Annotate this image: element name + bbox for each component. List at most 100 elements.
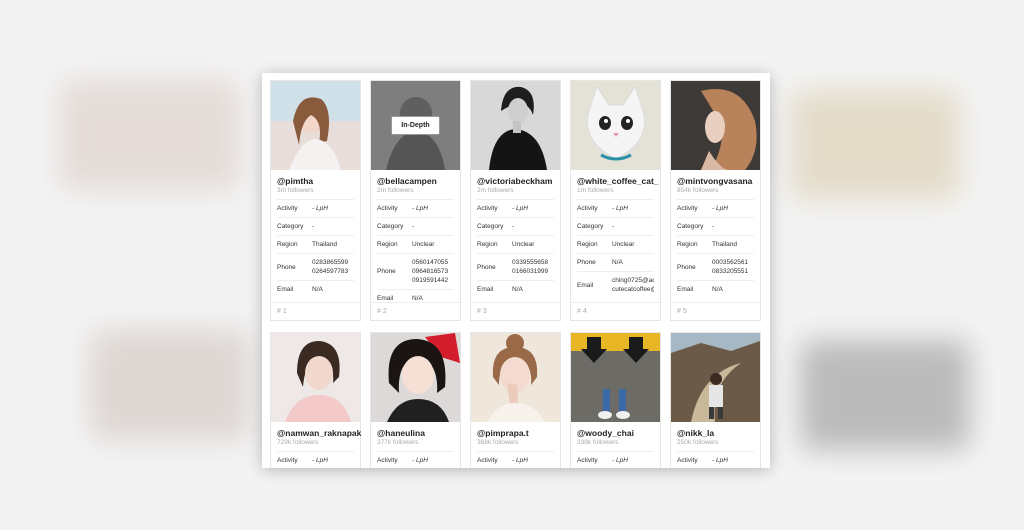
profile-photo[interactable] xyxy=(671,333,760,422)
influencer-card[interactable]: @namwan_raknapak 729k followers Activity… xyxy=(270,332,361,468)
phone-row: Phone 0339555658 0166031999 xyxy=(477,253,554,280)
region-row: Region Unclear xyxy=(577,235,654,253)
influencer-card[interactable]: @nikk_la 250k followers Activity - LpH xyxy=(670,332,761,468)
activity-row: Activity - LpH xyxy=(377,199,454,217)
profile-photo[interactable] xyxy=(571,333,660,422)
activity-value: - LpH xyxy=(612,205,628,212)
email-row: Email N/A xyxy=(277,280,354,298)
activity-row: Activity - LpH xyxy=(277,199,354,217)
activity-label: Activity xyxy=(577,205,598,212)
region-value: Unclear xyxy=(512,241,535,248)
activity-label: Activity xyxy=(477,457,498,464)
category-value: - xyxy=(712,223,715,230)
influencer-handle[interactable]: @victoriabeckham xyxy=(477,176,561,186)
influencer-card[interactable]: @mintvongvasana 854k followers Activity -… xyxy=(670,80,761,321)
category-value: - xyxy=(512,223,515,230)
email-value: N/A xyxy=(712,286,723,293)
region-row: Region Unclear xyxy=(377,235,454,253)
influencer-card[interactable]: @pimprapa.t 368k followers Activity - LpH xyxy=(470,332,561,468)
influencer-grid: @pimtha 3m followers Activity - LpH Categ… xyxy=(262,73,770,468)
influencer-card[interactable]: @pimtha 3m followers Activity - LpH Categ… xyxy=(270,80,361,321)
activity-row: Activity - LpH xyxy=(677,451,754,468)
profile-photo[interactable] xyxy=(371,333,460,422)
profile-photo[interactable] xyxy=(471,81,560,170)
category-row: Category - xyxy=(477,217,554,235)
region-label: Region xyxy=(377,241,398,248)
profile-photo[interactable] xyxy=(571,81,660,170)
email-label: Email xyxy=(277,286,294,293)
category-label: Category xyxy=(277,223,304,230)
region-row: Region Thailand xyxy=(677,235,754,253)
influencer-card[interactable]: @victoriabeckham 2m followers Activity - … xyxy=(470,80,561,321)
influencer-handle[interactable]: @white_coffee_cat_ xyxy=(577,176,661,186)
activity-label: Activity xyxy=(377,205,398,212)
activity-value: - LpH xyxy=(312,205,328,212)
email-row: Email ching0725@adm cutecatcoffee@g xyxy=(577,271,654,298)
activity-value: - LpH xyxy=(712,205,728,212)
influencer-handle[interactable]: @woody_chai xyxy=(577,428,661,438)
email-label: Email xyxy=(577,281,594,289)
rank-number: # 1 xyxy=(271,302,360,320)
phone-value: 0003562561 0833205551 xyxy=(712,259,749,275)
activity-value: - LpH xyxy=(512,457,528,464)
follower-count: 1m followers xyxy=(577,187,614,194)
influencer-card[interactable]: @white_coffee_cat_ 1m followers Activity… xyxy=(570,80,661,321)
activity-label: Activity xyxy=(277,457,298,464)
activity-row: Activity - LpH xyxy=(577,199,654,217)
email-value: ching0725@adm cutecatcoffee@g xyxy=(612,277,654,293)
influencer-handle[interactable]: @haneulina xyxy=(377,428,461,438)
activity-row: Activity - LpH xyxy=(377,451,454,468)
profile-photo[interactable] xyxy=(671,81,760,170)
email-label: Email xyxy=(477,286,494,293)
profile-photo[interactable]: In-Depth xyxy=(371,81,460,170)
phone-value: 0339555658 0166031999 xyxy=(512,259,549,275)
phone-value: N/A xyxy=(612,259,623,266)
region-value: Thailand xyxy=(712,241,737,248)
phone-row: Phone N/A xyxy=(577,253,654,271)
influencer-card[interactable]: @woody_chai 338k followers Activity - LpH xyxy=(570,332,661,468)
follower-count: 2m followers xyxy=(377,187,414,194)
region-value: Unclear xyxy=(612,241,635,248)
profile-photo[interactable] xyxy=(271,81,360,170)
influencer-card[interactable]: @haneulina 377k followers Activity - LpH xyxy=(370,332,461,468)
category-value: - xyxy=(612,223,615,230)
activity-value: - LpH xyxy=(512,205,528,212)
follower-count: 377k followers xyxy=(377,439,419,446)
phone-value: 0560147055 0964816573 0919591442 xyxy=(412,259,449,284)
influencer-handle[interactable]: @pimtha xyxy=(277,176,361,186)
influencer-handle[interactable]: @mintvongvasana xyxy=(677,176,761,186)
influencer-handle[interactable]: @pimprapa.t xyxy=(477,428,561,438)
activity-row: Activity - LpH xyxy=(677,199,754,217)
category-row: Category - xyxy=(277,217,354,235)
activity-label: Activity xyxy=(277,205,298,212)
follower-count: 3m followers xyxy=(277,187,314,194)
influencer-card[interactable]: In-Depth @bellacampen 2m followers Activ… xyxy=(370,80,461,321)
category-value: - xyxy=(412,223,415,230)
phone-row: Phone 0283865599 0264597783 xyxy=(277,253,354,280)
follower-count: 338k followers xyxy=(577,439,619,446)
profile-photo[interactable] xyxy=(471,333,560,422)
follower-count: 854k followers xyxy=(677,187,719,194)
region-value: Unclear xyxy=(412,241,435,248)
influencer-handle[interactable]: @bellacampen xyxy=(377,176,461,186)
category-label: Category xyxy=(577,223,604,230)
follower-count: 368k followers xyxy=(477,439,519,446)
in-depth-button[interactable]: In-Depth xyxy=(391,116,440,135)
profile-photo[interactable] xyxy=(271,333,360,422)
activity-value: - LpH xyxy=(612,457,628,464)
region-label: Region xyxy=(577,241,598,248)
influencer-handle[interactable]: @namwan_raknapak xyxy=(277,428,361,438)
region-label: Region xyxy=(277,241,298,248)
category-row: Category - xyxy=(677,217,754,235)
influencer-handle[interactable]: @nikk_la xyxy=(677,428,761,438)
phone-label: Phone xyxy=(477,263,496,271)
rank-number: # 4 xyxy=(571,302,660,320)
activity-label: Activity xyxy=(677,457,698,464)
category-label: Category xyxy=(377,223,404,230)
activity-row: Activity - LpH xyxy=(277,451,354,468)
category-label: Category xyxy=(677,223,704,230)
rank-number: # 5 xyxy=(671,302,760,320)
region-value: Thailand xyxy=(312,241,337,248)
activity-value: - LpH xyxy=(312,457,328,464)
activity-value: - LpH xyxy=(712,457,728,464)
